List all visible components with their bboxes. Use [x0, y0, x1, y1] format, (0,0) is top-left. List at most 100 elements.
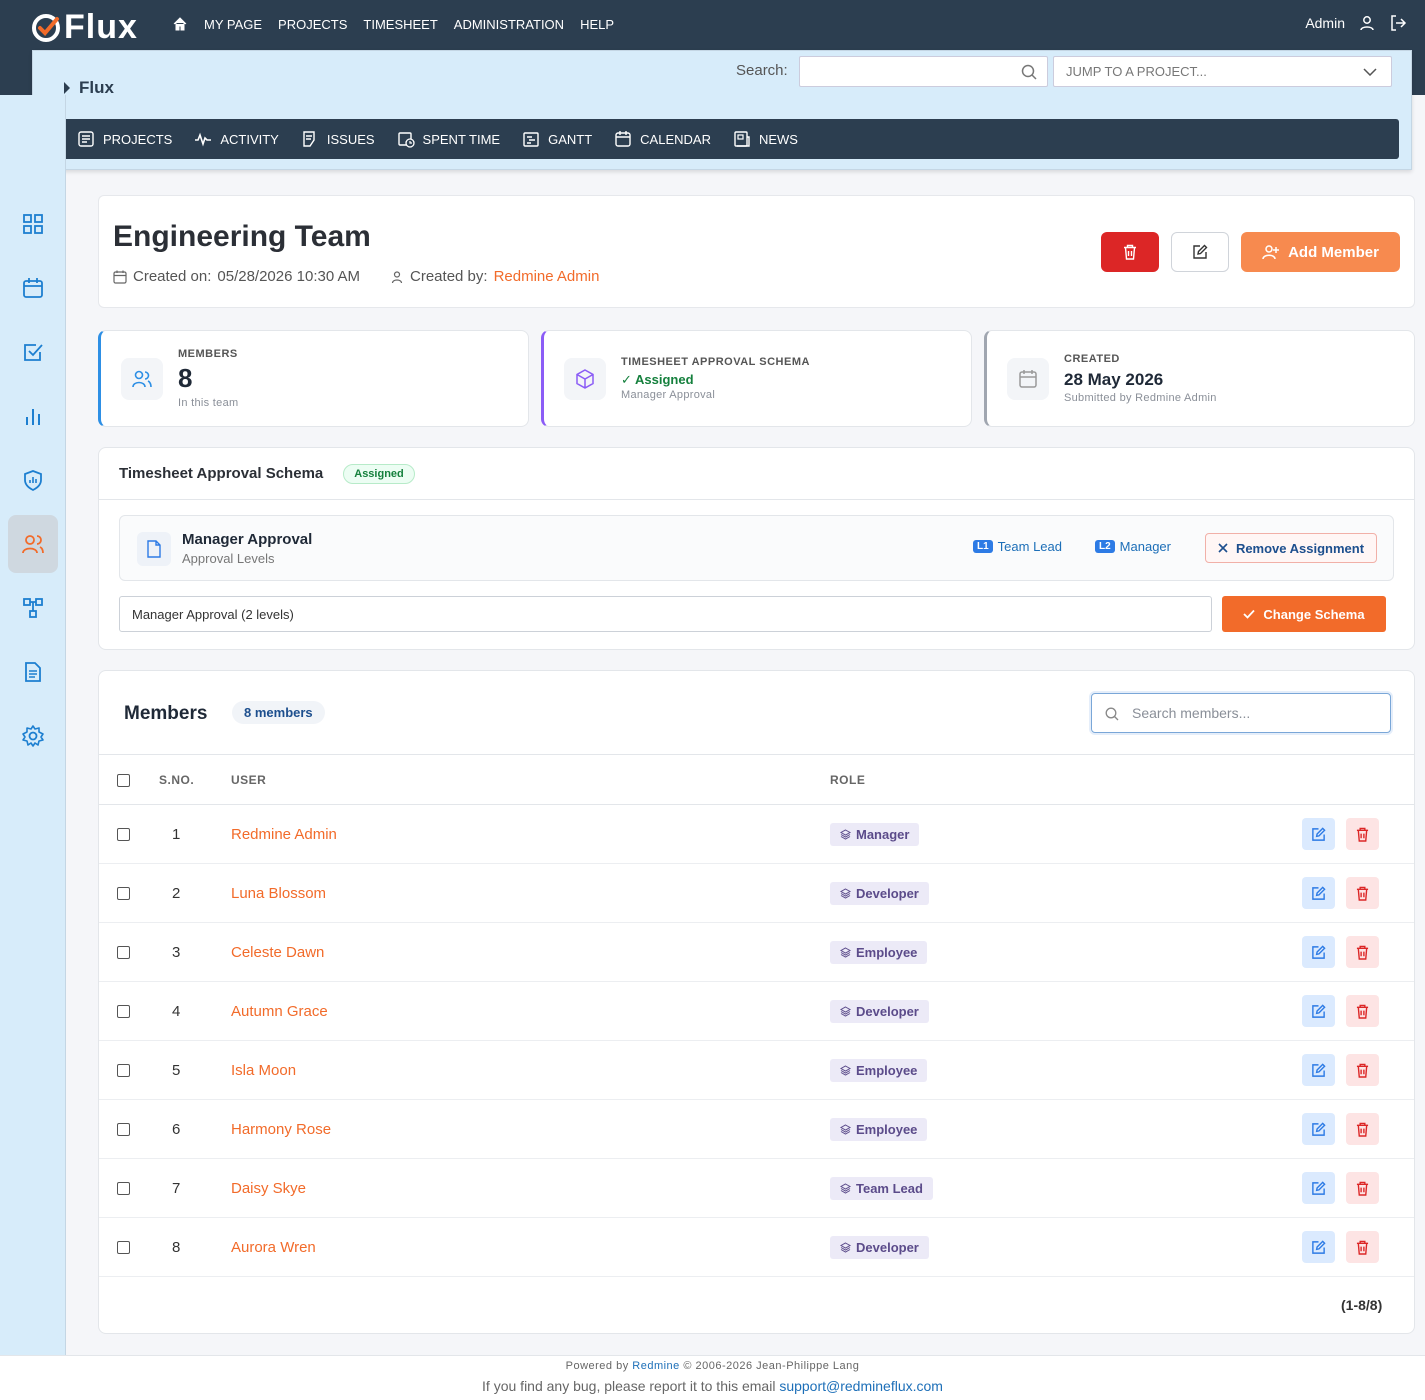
delete-member-button[interactable] — [1346, 1172, 1379, 1204]
menu-news-label: NEWS — [758, 131, 798, 147]
select-all-checkbox[interactable] — [117, 774, 130, 787]
menu-spent-time[interactable]: SPENT TIME — [397, 130, 500, 148]
delete-member-button[interactable] — [1346, 995, 1379, 1027]
remove-assignment-button[interactable]: Remove Assignment — [1205, 533, 1377, 563]
row-checkbox[interactable] — [117, 1123, 130, 1136]
trash-icon — [1124, 244, 1136, 260]
edit-icon — [1312, 944, 1326, 959]
delete-member-button[interactable] — [1346, 1231, 1379, 1263]
close-icon — [1218, 543, 1228, 553]
nav-help[interactable]: HELP — [580, 17, 614, 32]
stat-created-sub: Submitted by Redmine Admin — [1064, 392, 1217, 404]
edit-team-button[interactable] — [1171, 232, 1229, 272]
menu-activity[interactable]: ACTIVITY — [194, 130, 279, 148]
user-plus-icon — [1262, 245, 1280, 260]
menu-gantt[interactable]: GANTT — [522, 130, 592, 148]
edit-member-button[interactable] — [1302, 1231, 1335, 1263]
menu-issues[interactable]: ISSUES — [301, 130, 375, 148]
table-header: S.NO. USER ROLE — [99, 754, 1414, 805]
edit-member-button[interactable] — [1302, 936, 1335, 968]
search-icon — [1105, 707, 1119, 721]
row-checkbox[interactable] — [117, 1005, 130, 1018]
search-input[interactable] — [799, 56, 1048, 87]
sidebar-tasks[interactable] — [8, 323, 58, 381]
news-icon — [734, 131, 750, 147]
sidebar-dashboard[interactable] — [8, 195, 58, 253]
row-user-link[interactable]: Isla Moon — [231, 1062, 296, 1079]
jump-to-project-select[interactable]: JUMP TO A PROJECT... — [1053, 56, 1392, 87]
sidebar-reports[interactable] — [8, 387, 58, 445]
menu-projects[interactable]: PROJECTS — [77, 130, 172, 148]
support-email-link[interactable]: support@redmineflux.com — [779, 1378, 943, 1394]
row-user-link[interactable]: Autumn Grace — [231, 1003, 328, 1020]
layers-icon — [840, 888, 851, 899]
edit-member-button[interactable] — [1302, 818, 1335, 850]
row-checkbox[interactable] — [117, 946, 130, 959]
nav-timesheet[interactable]: TIMESHEET — [363, 17, 437, 32]
created-on-label: Created on: — [133, 268, 212, 285]
trash-icon — [1356, 886, 1369, 901]
row-checkbox[interactable] — [117, 887, 130, 900]
row-checkbox[interactable] — [117, 1182, 130, 1195]
trash-icon — [1356, 945, 1369, 960]
edit-icon — [1312, 1003, 1326, 1018]
user-area: Admin — [1305, 14, 1407, 32]
project-name[interactable]: Flux — [63, 78, 114, 98]
row-user-link[interactable]: Aurora Wren — [231, 1239, 316, 1256]
delete-member-button[interactable] — [1346, 1113, 1379, 1145]
row-user-link[interactable]: Daisy Skye — [231, 1180, 306, 1197]
change-schema-button[interactable]: Change Schema — [1222, 596, 1386, 632]
logout-icon[interactable] — [1389, 14, 1407, 32]
role-badge: Employee — [830, 1118, 928, 1141]
delete-member-button[interactable] — [1346, 936, 1379, 968]
menu-news[interactable]: NEWS — [733, 130, 798, 148]
schema-select-value: Manager Approval (2 levels) — [132, 607, 294, 622]
edit-icon — [1312, 885, 1326, 900]
sidebar-security[interactable] — [8, 451, 58, 509]
home-icon[interactable] — [172, 16, 188, 32]
edit-member-button[interactable] — [1302, 995, 1335, 1027]
row-user-link[interactable]: Redmine Admin — [231, 826, 337, 843]
sidebar-teams[interactable] — [8, 515, 58, 573]
row-user-link[interactable]: Harmony Rose — [231, 1121, 331, 1138]
user-small-icon — [391, 270, 403, 283]
search-icon — [1021, 64, 1037, 80]
nav-projects[interactable]: PROJECTS — [278, 17, 347, 32]
nav-my-page[interactable]: MY PAGE — [204, 17, 262, 32]
search-members-input[interactable]: Search members... — [1091, 693, 1391, 733]
row-checkbox[interactable] — [117, 1241, 130, 1254]
row-checkbox[interactable] — [117, 1064, 130, 1077]
row-sno: 7 — [172, 1180, 181, 1197]
sidebar-documents[interactable] — [8, 643, 58, 701]
add-member-button[interactable]: Add Member — [1241, 232, 1400, 272]
row-user-link[interactable]: Luna Blossom — [231, 885, 326, 902]
created-by-link[interactable]: Redmine Admin — [494, 268, 600, 285]
delete-member-button[interactable] — [1346, 818, 1379, 850]
nav-administration[interactable]: ADMINISTRATION — [454, 17, 564, 32]
edit-member-button[interactable] — [1302, 877, 1335, 909]
row-checkbox[interactable] — [117, 828, 130, 841]
layers-icon — [840, 1006, 851, 1017]
user-icon[interactable] — [1359, 15, 1375, 31]
role-label: Employee — [856, 945, 918, 960]
edit-member-button[interactable] — [1302, 1054, 1335, 1086]
logo[interactable]: Flux — [30, 8, 138, 47]
menu-calendar[interactable]: CALENDAR — [614, 130, 711, 148]
sidebar-settings[interactable] — [8, 707, 58, 765]
delete-member-button[interactable] — [1346, 1054, 1379, 1086]
delete-member-button[interactable] — [1346, 877, 1379, 909]
edit-icon — [1312, 1239, 1326, 1254]
stat-schema-value: ✓ Assigned — [621, 372, 694, 387]
redmine-link[interactable]: Redmine — [632, 1360, 680, 1372]
sidebar-workflow[interactable] — [8, 579, 58, 637]
row-user-link[interactable]: Celeste Dawn — [231, 944, 324, 961]
edit-member-button[interactable] — [1302, 1172, 1335, 1204]
search-members-placeholder: Search members... — [1132, 705, 1251, 721]
schema-status-badge: Assigned — [343, 463, 415, 484]
schema-select[interactable]: Manager Approval (2 levels) — [119, 596, 1212, 632]
user-name[interactable]: Admin — [1305, 15, 1345, 31]
delete-team-button[interactable] — [1101, 232, 1159, 272]
sidebar-calendar[interactable] — [8, 259, 58, 317]
schema-card-title: Timesheet Approval Schema — [119, 465, 324, 482]
edit-member-button[interactable] — [1302, 1113, 1335, 1145]
